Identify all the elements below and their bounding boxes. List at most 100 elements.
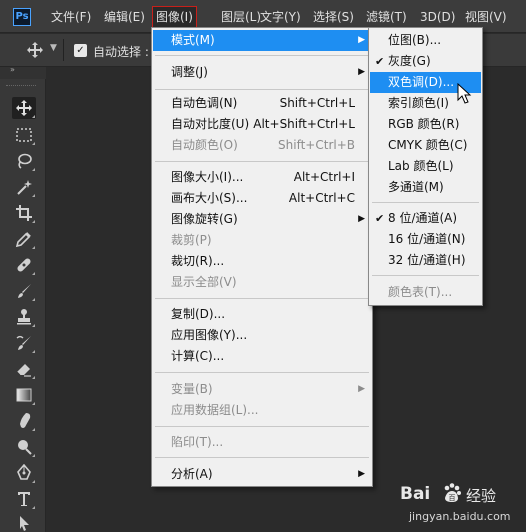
pen-tool[interactable] — [12, 462, 36, 484]
gradient-tool[interactable] — [12, 384, 36, 406]
chevron-down-icon[interactable]: ▼ — [50, 43, 57, 53]
menu-item-label: 复制(D)... — [171, 307, 226, 321]
menu-item-label: 自动对比度(U) — [171, 117, 250, 131]
bandage-icon — [17, 258, 31, 272]
paw-icon: 百 — [444, 483, 461, 502]
magic-wand-tool[interactable] — [12, 176, 36, 198]
menu-item-variables: 变量(B) ▶ — [153, 379, 371, 400]
mode-item-cmyk[interactable]: CMYK 颜色(C) — [370, 135, 481, 156]
panel-grip[interactable] — [6, 85, 36, 87]
blur-tool[interactable] — [12, 410, 36, 432]
menu-item-label: 16 位/通道(N) — [388, 232, 466, 246]
menu-3d[interactable]: 3D(D) — [420, 9, 455, 25]
menu-item-duplicate[interactable]: 复制(D)... — [153, 304, 371, 325]
crop-tool[interactable] — [12, 202, 36, 224]
brush-icon — [18, 284, 31, 298]
divider — [155, 89, 369, 90]
shortcut-label: Alt+Shift+Ctrl+L — [253, 117, 355, 131]
menu-item-trap: 陷印(T)... — [153, 432, 371, 453]
menu-item-label: 分析(A) — [171, 467, 213, 481]
clone-stamp-tool[interactable] — [12, 306, 36, 328]
eyedropper-icon — [15, 232, 31, 248]
menu-item-label: 图像大小(I)... — [171, 170, 244, 184]
healing-brush-tool[interactable] — [12, 254, 36, 276]
shortcut-label: Alt+Ctrl+I — [293, 170, 355, 184]
shortcut-label: Shift+Ctrl+B — [278, 138, 355, 152]
collapse-icon[interactable]: » — [10, 65, 15, 74]
menu-item-calculations[interactable]: 计算(C)... — [153, 346, 371, 367]
mode-item-multichannel[interactable]: 多通道(M) — [370, 177, 481, 198]
lasso-icon — [18, 153, 32, 169]
menu-item-label: 应用图像(Y)... — [171, 328, 248, 342]
menu-item-apply-image[interactable]: 应用图像(Y)... — [153, 325, 371, 346]
dodge-tool[interactable] — [12, 436, 36, 458]
mode-item-grayscale[interactable]: ✔ 灰度(G) — [370, 51, 481, 72]
lasso-tool[interactable] — [12, 150, 36, 172]
mode-item-bitmap[interactable]: 位图(B)... — [370, 30, 481, 51]
menu-item-crop: 裁剪(P) — [153, 230, 371, 251]
menu-filter[interactable]: 滤镜(T) — [366, 9, 407, 25]
menu-layer[interactable]: 图层(L) — [221, 9, 261, 25]
menu-item-auto-contrast[interactable]: 自动对比度(U) Alt+Shift+Ctrl+L — [153, 114, 371, 135]
menu-item-image-rotation[interactable]: 图像旋转(G) ▶ — [153, 209, 371, 230]
submenu-arrow-icon: ▶ — [358, 35, 365, 45]
mode-item-color-table: 颜色表(T)... — [370, 282, 481, 303]
pen-icon — [17, 464, 31, 480]
menu-item-canvas-size[interactable]: 画布大小(S)... Alt+Ctrl+C — [153, 188, 371, 209]
crop-icon — [16, 205, 32, 221]
eyedropper-tool[interactable] — [12, 228, 36, 250]
divider — [155, 298, 369, 299]
mode-item-lab[interactable]: Lab 颜色(L) — [370, 156, 481, 177]
dodge-icon — [18, 440, 32, 455]
marquee-tool[interactable] — [12, 124, 36, 146]
check-icon: ✔ — [375, 212, 385, 225]
menu-type[interactable]: 文字(Y) — [260, 9, 301, 25]
menu-item-label: 裁剪(P) — [171, 233, 212, 247]
type-tool[interactable] — [12, 488, 36, 510]
divider — [372, 202, 479, 203]
submenu-arrow-icon: ▶ — [358, 67, 365, 77]
menu-file[interactable]: 文件(F) — [51, 9, 91, 25]
menu-select[interactable]: 选择(S) — [313, 9, 354, 25]
menu-item-mode[interactable]: 模式(M) ▶ — [153, 30, 371, 51]
submenu-arrow-icon: ▶ — [358, 384, 365, 394]
menu-item-apply-data-set: 应用数据组(L)... — [153, 400, 371, 421]
menu-item-label: 多通道(M) — [388, 180, 444, 194]
eraser-tool[interactable] — [12, 358, 36, 380]
menu-item-label: 自动色调(N) — [171, 96, 238, 110]
menu-item-adjust[interactable]: 调整(J) ▶ — [153, 62, 371, 83]
brush-tool[interactable] — [12, 280, 36, 302]
baidu-jingyan-watermark: Bai 百 经验 jingyan.baidu.com — [400, 480, 526, 532]
menu-item-image-size[interactable]: 图像大小(I)... Alt+Ctrl+I — [153, 167, 371, 188]
menu-item-label: 位图(B)... — [388, 33, 442, 47]
move-tool-icon[interactable] — [26, 41, 44, 59]
submenu-arrow-icon: ▶ — [358, 214, 365, 224]
tools-panel-header[interactable]: » — [0, 65, 46, 79]
mode-item-8bit[interactable]: ✔ 8 位/通道(A) — [370, 208, 481, 229]
mode-item-32bit[interactable]: 32 位/通道(H) — [370, 250, 481, 271]
menu-item-analysis[interactable]: 分析(A) ▶ — [153, 464, 371, 485]
menu-item-trim[interactable]: 裁切(R)... — [153, 251, 371, 272]
menu-item-label: 变量(B) — [171, 382, 213, 396]
magic-wand-icon — [17, 180, 32, 195]
mode-item-16bit[interactable]: 16 位/通道(N) — [370, 229, 481, 250]
jingyan-label: 经验 — [466, 487, 497, 505]
menu-item-label: 调整(J) — [171, 65, 208, 79]
menu-view[interactable]: 视图(V) — [465, 9, 507, 25]
menu-item-label: 双色调(D)... — [388, 75, 455, 89]
menu-item-auto-tone[interactable]: 自动色调(N) Shift+Ctrl+L — [153, 93, 371, 114]
move-tool[interactable] — [12, 97, 36, 119]
path-selection-tool[interactable] — [12, 512, 36, 532]
type-icon — [18, 492, 30, 506]
shortcut-label: Alt+Ctrl+C — [288, 191, 355, 205]
submenu-arrow-icon: ▶ — [358, 469, 365, 479]
auto-select-checkbox[interactable]: ✓ — [74, 44, 87, 57]
divider — [155, 55, 369, 56]
menu-item-label: 计算(C)... — [171, 349, 225, 363]
move-icon — [16, 100, 32, 116]
menu-edit[interactable]: 编辑(E) — [104, 9, 145, 25]
history-brush-tool[interactable] — [12, 332, 36, 354]
mode-item-rgb[interactable]: RGB 颜色(R) — [370, 114, 481, 135]
menu-image[interactable]: 图像(I) — [152, 6, 197, 28]
photoshop-logo: Ps — [13, 8, 31, 26]
